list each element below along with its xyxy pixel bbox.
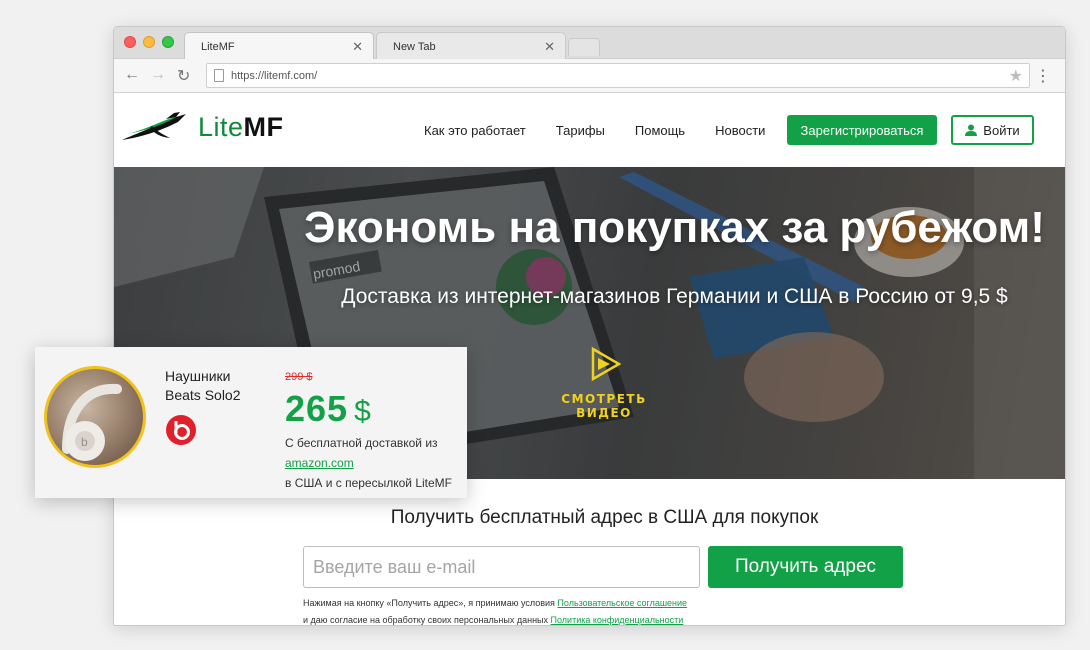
email-input[interactable] [303,546,700,588]
nav-tariffs[interactable]: Тарифы [556,123,605,138]
minimize-window-button[interactable] [143,36,155,48]
privacy-policy-link[interactable]: Политика конфиденциальности [551,615,684,625]
login-button[interactable]: Войти [951,115,1034,145]
browser-menu-icon[interactable]: ⋮ [1035,66,1051,86]
main-nav: Как это работает Тарифы Помощь Новости [424,123,765,138]
bookmark-star-icon[interactable]: ★ [1009,66,1023,86]
product-card: b Наушники Beats Solo2 299 $ 265 $ С бесп… [35,347,467,498]
product-name-line-1: Наушники [165,368,231,384]
get-address-label: Получить адрес [734,556,877,577]
desc-line-1: С бесплатной доставкой из [285,436,438,450]
svg-text:b: b [81,435,88,449]
close-tab-icon[interactable]: ✕ [352,39,363,55]
get-address-button[interactable]: Получить адрес [708,546,903,588]
headphones-image: b [44,366,146,468]
close-tab-icon[interactable]: ✕ [544,39,555,55]
product-name-line-2: Beats Solo2 [165,387,241,403]
nav-news[interactable]: Новости [715,123,765,138]
page-icon [214,69,224,82]
watch-video-button[interactable]: СМОТРЕТЬ ВИДЕО [544,346,664,420]
forward-arrow-icon[interactable]: → [150,66,166,84]
register-button[interactable]: Зарегистрироваться [787,115,937,145]
new-tab-button[interactable] [568,38,600,56]
logo-wordmark: LiteMF [198,112,284,143]
play-video-icon [591,346,622,382]
amazon-link[interactable]: amazon.com [285,456,354,470]
maximize-window-button[interactable] [162,36,174,48]
terms-line-2: и даю согласие на обработку своих персон… [303,612,687,625]
form-title: Получить бесплатный адрес в США для поку… [390,507,819,528]
terms-prefix-1: Нажимая на кнопку «Получить адрес», я пр… [303,598,558,608]
url-text: https://litemf.com/ [231,70,318,82]
watch-video-label: СМОТРЕТЬ ВИДЕО [561,392,647,420]
hero-title: Экономь на покупках за рубежом! [304,203,1045,252]
terms-text: Нажимая на кнопку «Получить адрес», я пр… [303,595,687,625]
logo-mf: MF [243,111,284,142]
headphones-icon: b [62,383,122,461]
desc-line-3: в США и с пересылкой LiteMF [285,476,452,490]
nav-help[interactable]: Помощь [635,123,685,138]
tab-new-tab[interactable]: New Tab ✕ [376,32,566,60]
terms-prefix-2: и даю согласие на обработку своих персон… [303,615,551,625]
close-window-button[interactable] [124,36,136,48]
new-price-value: 265 [285,388,349,429]
address-bar[interactable]: https://litemf.com/ ★ [206,63,1030,88]
tab-label: New Tab [393,41,436,53]
window-controls [124,36,174,48]
tab-label: LiteMF [201,41,235,53]
hero-subtitle: Доставка из интернет-магазинов Германии … [341,285,1008,308]
back-arrow-icon[interactable]: ← [124,66,140,84]
site-header: LiteMF Как это работает Тарифы Помощь Но… [114,94,1065,167]
browser-window: LiteMF ✕ New Tab ✕ ← → ↻ https://litemf.… [113,26,1066,626]
terms-line-1: Нажимая на кнопку «Получить адрес», я пр… [303,595,687,612]
user-agreement-link[interactable]: Пользовательское соглашение [557,598,687,608]
reload-icon[interactable]: ↻ [177,66,190,86]
tab-bar: LiteMF ✕ New Tab ✕ [114,27,1065,60]
beats-logo-icon [166,415,196,445]
product-name: Наушники Beats Solo2 [165,367,241,405]
logo[interactable]: LiteMF [122,110,284,144]
new-price: 265 $ [285,388,372,430]
login-label: Войти [983,122,1020,138]
user-icon [965,124,978,136]
nav-how-it-works[interactable]: Как это работает [424,123,526,138]
product-description: С бесплатной доставкой из amazon.com в С… [285,433,452,493]
browser-toolbar: ← → ↻ https://litemf.com/ ★ ⋮ [114,59,1065,93]
register-label: Зарегистрироваться [800,122,924,138]
logo-lite: Lite [198,111,244,142]
swallow-logo-icon [122,112,186,140]
currency-symbol: $ [354,395,372,428]
old-price: 299 $ [285,371,313,383]
tab-litemf[interactable]: LiteMF ✕ [184,32,374,60]
